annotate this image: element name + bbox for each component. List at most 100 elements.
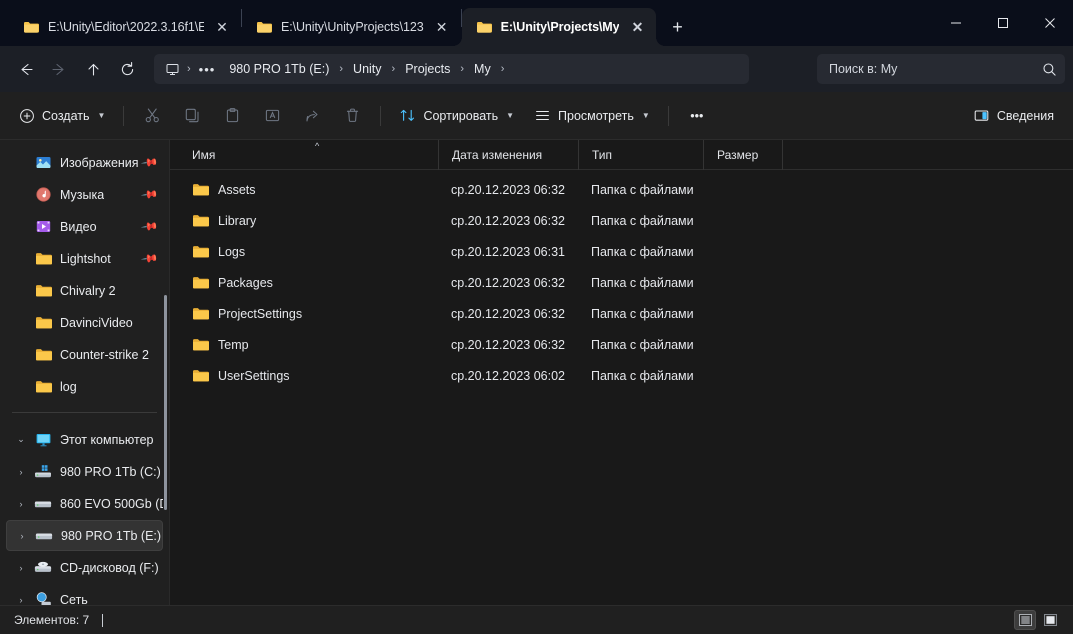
file-name-label: Packages: [218, 275, 273, 290]
file-modified-cell: ср.20.12.2023 06:02: [451, 368, 565, 383]
folder-icon: [192, 244, 209, 259]
details-pane-button[interactable]: Сведения: [964, 100, 1063, 132]
tab-close-icon[interactable]: ✕: [628, 18, 646, 36]
new-button-label: Создать: [42, 108, 90, 123]
folder-icon: [192, 368, 209, 383]
chevron-right-icon[interactable]: ›: [10, 595, 32, 605]
sidebar-scrollbar-thumb[interactable]: [164, 295, 167, 510]
minimize-button[interactable]: [932, 0, 979, 46]
column-header-size[interactable]: Размер: [703, 139, 782, 170]
sidebar-item-network[interactable]: › Сеть: [6, 584, 163, 605]
tab-title: E:\Unity\Editor\2022.3.16f1\Edi: [48, 20, 204, 34]
table-row[interactable]: UserSettings ср.20.12.2023 06:02 Папка с…: [170, 360, 1073, 391]
sidebar-item-drive-e[interactable]: › 980 PRO 1Tb (E:): [6, 520, 163, 551]
file-name-cell[interactable]: Temp: [170, 337, 438, 352]
column-header-type[interactable]: Тип: [578, 139, 703, 170]
sidebar-item-label: CD-дисковод (F:): [60, 560, 159, 575]
network-icon: [32, 591, 54, 605]
forward-button[interactable]: [42, 52, 76, 86]
file-name-cell[interactable]: Library: [170, 213, 438, 228]
sidebar-item-label: 980 PRO 1Tb (E:): [61, 528, 162, 543]
copy-button[interactable]: [173, 100, 211, 132]
table-row[interactable]: Logs ср.20.12.2023 06:31 Папка с файлами: [170, 236, 1073, 267]
chevron-right-icon[interactable]: ›: [10, 563, 32, 573]
folder-icon: [32, 283, 54, 298]
sidebar-item-music[interactable]: Музыка 📌: [6, 179, 163, 210]
plus-circle-icon: [19, 108, 35, 124]
breadcrumb-item-projects[interactable]: Projects: [398, 59, 457, 79]
sidebar-item-this-pc[interactable]: ⌄ Этот компьютер: [6, 424, 163, 455]
breadcrumb-separator: ›: [187, 63, 191, 75]
sidebar-item-label: Музыка: [60, 187, 105, 202]
cut-button[interactable]: [133, 100, 171, 132]
sidebar-item-cd-drive-f[interactable]: › CD-дисковод (F:): [6, 552, 163, 583]
search-input[interactable]: [829, 62, 1036, 76]
breadcrumb[interactable]: › ••• 980 PRO 1Tb (E:) › Unity › Project…: [154, 54, 749, 84]
maximize-button[interactable]: [979, 0, 1026, 46]
file-modified-cell: ср.20.12.2023 06:31: [451, 244, 565, 259]
new-tab-button[interactable]: +: [662, 12, 692, 42]
paste-button[interactable]: [213, 100, 251, 132]
file-name-cell[interactable]: UserSettings: [170, 368, 438, 383]
breadcrumb-separator: ›: [391, 63, 396, 75]
chevron-down-icon[interactable]: ⌄: [10, 434, 32, 445]
tab-2-active[interactable]: E:\Unity\Projects\My ✕: [461, 8, 657, 46]
sidebar-item-counter-strike-2[interactable]: Counter-strike 2: [6, 339, 163, 370]
refresh-button[interactable]: [110, 52, 144, 86]
table-row[interactable]: Packages ср.20.12.2023 06:32 Папка с фай…: [170, 267, 1073, 298]
sidebar-item-drive-c[interactable]: › 980 PRO 1Tb (C:): [6, 456, 163, 487]
file-name-cell[interactable]: ProjectSettings: [170, 306, 438, 321]
sidebar-item-videos[interactable]: Видео 📌: [6, 211, 163, 242]
tab-1[interactable]: E:\Unity\UnityProjects\123 ✕: [242, 8, 461, 46]
tab-0[interactable]: E:\Unity\Editor\2022.3.16f1\Edi ✕: [9, 8, 241, 46]
details-view-button[interactable]: [1014, 610, 1036, 630]
tab-close-icon[interactable]: ✕: [433, 18, 451, 36]
sidebar-item-davincivideo[interactable]: DavinciVideo: [6, 307, 163, 338]
sidebar-item-pictures[interactable]: Изображения 📌: [6, 147, 163, 178]
folder-icon: [192, 182, 209, 197]
chevron-right-icon[interactable]: ›: [10, 467, 32, 477]
share-button[interactable]: [293, 100, 331, 132]
large-icons-view-button[interactable]: [1039, 610, 1061, 630]
rename-button[interactable]: [253, 100, 291, 132]
up-button[interactable]: [76, 52, 110, 86]
search-box[interactable]: [817, 54, 1065, 84]
breadcrumb-separator: ›: [339, 63, 344, 75]
column-header-name[interactable]: Имя ^: [170, 140, 438, 170]
file-type-cell: Папка с файлами: [591, 213, 694, 228]
table-row[interactable]: ProjectSettings ср.20.12.2023 06:32 Папк…: [170, 298, 1073, 329]
breadcrumb-item-unity[interactable]: Unity: [346, 59, 388, 79]
sort-button[interactable]: Сортировать ▼: [390, 100, 523, 132]
delete-button[interactable]: [333, 100, 371, 132]
search-icon[interactable]: [1042, 62, 1057, 77]
back-button[interactable]: [8, 52, 42, 86]
close-button[interactable]: [1026, 0, 1073, 46]
command-separator: [380, 105, 382, 126]
table-row[interactable]: Temp ср.20.12.2023 06:32 Папка с файлами: [170, 329, 1073, 360]
view-button[interactable]: Просмотреть ▼: [525, 100, 659, 132]
sidebar-item-lightshot[interactable]: Lightshot 📌: [6, 243, 163, 274]
file-name-label: UserSettings: [218, 368, 290, 383]
file-name-cell[interactable]: Assets: [170, 182, 438, 197]
file-name-cell[interactable]: Logs: [170, 244, 438, 259]
sidebar-item-label: log: [60, 379, 77, 394]
sidebar-item-drive-d[interactable]: › 860 EVO 500Gb (D: [6, 488, 164, 519]
column-header-modified[interactable]: Дата изменения: [438, 139, 578, 170]
breadcrumb-item-my[interactable]: My: [467, 59, 498, 79]
more-options-button[interactable]: •••: [678, 100, 716, 132]
breadcrumb-overflow[interactable]: •••: [194, 62, 221, 77]
breadcrumb-item-drive[interactable]: 980 PRO 1Tb (E:): [222, 59, 336, 79]
table-row[interactable]: Library ср.20.12.2023 06:32 Папка с файл…: [170, 205, 1073, 236]
new-button[interactable]: Создать ▼: [10, 100, 114, 132]
tab-close-icon[interactable]: ✕: [213, 18, 231, 36]
chevron-right-icon[interactable]: ›: [10, 499, 32, 509]
sidebar-item-chivalry2[interactable]: Chivalry 2: [6, 275, 163, 306]
pin-icon[interactable]: 📌: [141, 185, 160, 204]
table-row[interactable]: Assets ср.20.12.2023 06:32 Папка с файла…: [170, 174, 1073, 205]
chevron-right-icon[interactable]: ›: [11, 531, 33, 541]
sidebar-item-log[interactable]: log: [6, 371, 163, 402]
pin-icon[interactable]: 📌: [141, 249, 160, 268]
file-name-cell[interactable]: Packages: [170, 275, 438, 290]
pin-icon[interactable]: 📌: [141, 153, 160, 172]
pin-icon[interactable]: 📌: [141, 217, 160, 236]
